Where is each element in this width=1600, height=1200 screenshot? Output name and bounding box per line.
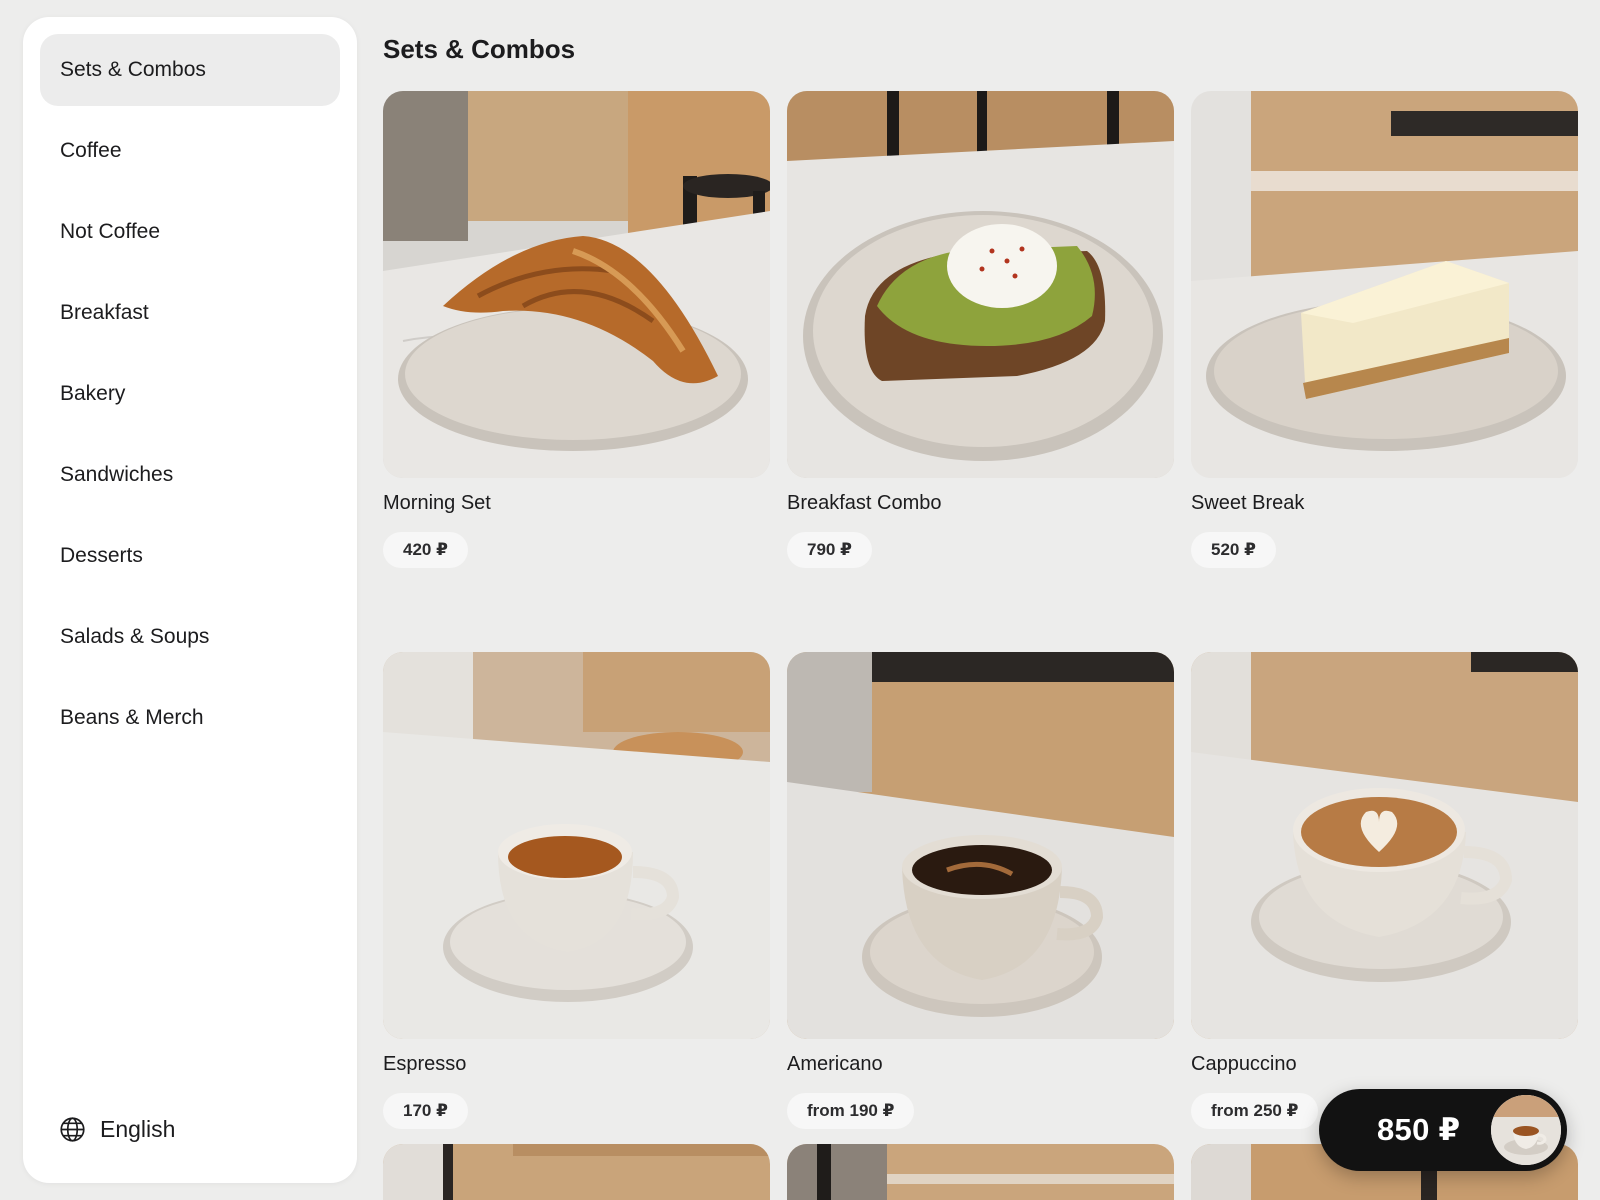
product-card[interactable]: Morning Set 420 ₽ xyxy=(383,91,770,568)
category-bakery[interactable]: Bakery xyxy=(40,358,340,430)
category-breakfast[interactable]: Breakfast xyxy=(40,277,340,349)
product-name: Cappuccino xyxy=(1191,1053,1297,1075)
product-name: Sweet Break xyxy=(1191,492,1305,514)
product-price: 170 ₽ xyxy=(383,1093,468,1129)
espresso-photo xyxy=(383,652,770,1039)
product-card[interactable]: Espresso 170 ₽ xyxy=(383,652,770,1129)
cart-total: 850 ₽ xyxy=(1377,1112,1461,1147)
product-name: Breakfast Combo xyxy=(787,492,942,514)
category-list: Sets & Combos Coffee Not Coffee Breakfas… xyxy=(23,17,357,754)
category-desserts[interactable]: Desserts xyxy=(40,520,340,592)
cappuccino-photo xyxy=(1191,652,1578,1039)
product-photo xyxy=(787,1144,1174,1200)
avocado-toast-photo xyxy=(787,91,1174,478)
category-coffee[interactable]: Coffee xyxy=(40,115,340,187)
product-photo xyxy=(383,1144,770,1200)
cart-button[interactable]: 850 ₽ xyxy=(1319,1089,1567,1171)
category-sidebar: Sets & Combos Coffee Not Coffee Breakfas… xyxy=(23,17,357,1183)
product-name: Espresso xyxy=(383,1053,467,1075)
product-price: 790 ₽ xyxy=(787,532,872,568)
product-card[interactable] xyxy=(383,1144,770,1200)
language-label: English xyxy=(100,1116,176,1142)
section-title: Sets & Combos xyxy=(383,34,576,64)
cheesecake-photo xyxy=(1191,91,1578,478)
globe-icon xyxy=(60,1117,85,1142)
product-name: Americano xyxy=(787,1053,883,1075)
croissant-photo xyxy=(383,91,770,478)
product-card[interactable]: Americano from 190 ₽ xyxy=(787,652,1174,1129)
category-sandwiches[interactable]: Sandwiches xyxy=(40,439,340,511)
category-sets-combos[interactable]: Sets & Combos xyxy=(40,34,340,106)
category-beans-merch[interactable]: Beans & Merch xyxy=(40,682,340,754)
cart-item-thumbnail xyxy=(1491,1095,1561,1165)
americano-photo xyxy=(787,652,1174,1039)
category-salads-soups[interactable]: Salads & Soups xyxy=(40,601,340,673)
product-price: 520 ₽ xyxy=(1191,532,1276,568)
app: Sets & Combos Coffee Not Coffee Breakfas… xyxy=(0,0,1600,1200)
product-card[interactable]: Breakfast Combo 790 ₽ xyxy=(787,91,1174,568)
product-name: Morning Set xyxy=(383,492,491,514)
product-price: from 190 ₽ xyxy=(787,1093,915,1129)
product-card[interactable]: Cappuccino from 250 ₽ xyxy=(1191,652,1578,1129)
language-selector[interactable]: English xyxy=(59,1116,175,1143)
product-price: from 250 ₽ xyxy=(1191,1093,1319,1129)
category-not-coffee[interactable]: Not Coffee xyxy=(40,196,340,268)
product-card[interactable] xyxy=(787,1144,1174,1200)
product-card[interactable]: Sweet Break 520 ₽ xyxy=(1191,91,1578,568)
product-price: 420 ₽ xyxy=(383,532,468,568)
